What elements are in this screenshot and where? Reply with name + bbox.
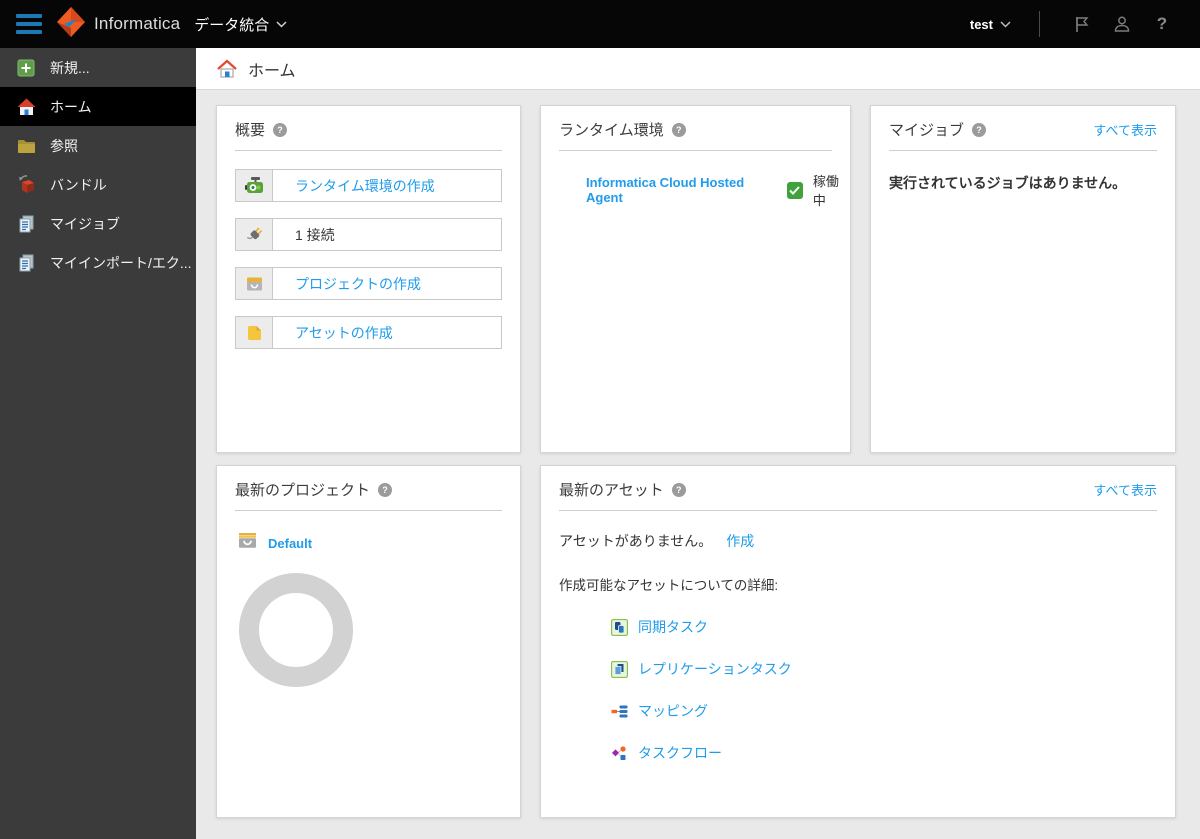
create-project-button[interactable]: プロジェクトの作成: [235, 267, 502, 300]
overview-card-title: 概要: [235, 122, 266, 139]
breadcrumb: ホーム: [196, 48, 1200, 90]
my-jobs-card-title: マイジョブ: [889, 122, 965, 139]
hosted-agent-link[interactable]: Informatica Cloud Hosted Agent: [586, 175, 775, 205]
replication-task-icon: [611, 660, 628, 678]
sidebar-item-label: ホーム: [50, 98, 92, 115]
mapping-icon: [611, 703, 628, 720]
recent-assets-view-all-link[interactable]: すべて表示: [1093, 480, 1157, 499]
brand-name: Informatica: [94, 14, 181, 33]
connections-button[interactable]: 1 接続: [235, 218, 502, 251]
asset-type-row: レプリケーションタスク: [611, 660, 1157, 678]
jobs-icon: [16, 214, 36, 234]
informatica-logo: [56, 6, 86, 43]
status-check-icon: [786, 181, 803, 199]
create-runtime-env-link[interactable]: ランタイム環境の作成: [295, 176, 435, 196]
sidebar-item-label: バンドル: [50, 176, 107, 193]
runtime-env-card: ランタイム環境 ? Informatica Cloud Hosted Agent…: [540, 105, 851, 453]
agent-status-label: 稼働中: [812, 174, 839, 208]
runtime-env-help-icon[interactable]: ?: [671, 122, 686, 137]
asset-type-row: タスクフロー: [611, 744, 1157, 762]
agent-icon: [236, 170, 273, 201]
notifications-flag-icon[interactable]: [1062, 15, 1102, 33]
sidebar-item-label: マイインポート/エク...: [50, 254, 192, 271]
overview-help-icon[interactable]: ?: [273, 122, 288, 137]
folder-icon: [16, 136, 36, 156]
asset-type-row: マッピング: [611, 702, 1157, 720]
create-project-link[interactable]: プロジェクトの作成: [295, 274, 421, 294]
service-name: データ統合: [194, 16, 270, 34]
recent-assets-help-icon[interactable]: ?: [671, 482, 686, 497]
connections-count-label: 1 接続: [295, 226, 335, 243]
project-row[interactable]: Default: [217, 511, 520, 555]
sidebar-item-new[interactable]: 新規...: [0, 48, 196, 87]
menu-icon[interactable]: [16, 14, 42, 34]
my-jobs-empty-message: 実行されているジョブはありません。: [889, 175, 1127, 191]
sidebar-item-my-jobs[interactable]: マイジョブ: [0, 204, 196, 243]
sidebar-item-my-import-export[interactable]: マイインポート/エク...: [0, 243, 196, 282]
asset-icon: [236, 317, 273, 348]
project-icon: [236, 268, 273, 299]
sidebar-item-explore[interactable]: 参照: [0, 126, 196, 165]
assets-empty-message: アセットがありません。: [559, 533, 713, 549]
user-menu[interactable]: test: [970, 15, 1011, 33]
assets-create-link[interactable]: 作成: [726, 533, 754, 549]
create-asset-button[interactable]: アセットの作成: [235, 316, 502, 349]
sidebar-item-label: 参照: [50, 137, 78, 154]
create-runtime-env-button[interactable]: ランタイム環境の作成: [235, 169, 502, 202]
sidebar: 新規... ホーム 参照 バンドル マイジョブ マイインポート/エク...: [0, 48, 196, 839]
agent-row: Informatica Cloud Hosted Agent 稼働中: [541, 151, 850, 209]
project-default-link[interactable]: Default: [268, 536, 312, 551]
asset-type-row: 同期タスク: [611, 618, 1157, 636]
replication-task-link[interactable]: レプリケーションタスク: [638, 659, 792, 679]
page-title: ホーム: [248, 62, 296, 80]
overview-card: 概要 ? ランタイム環境の作成 1 接続 プロジェクトの作成 アセットの作成: [216, 105, 521, 453]
user-chevron-down-icon: [1000, 15, 1011, 33]
my-jobs-help-icon[interactable]: ?: [972, 122, 987, 137]
runtime-env-card-title: ランタイム環境: [559, 122, 664, 139]
help-icon[interactable]: ?: [1142, 14, 1182, 34]
my-jobs-card: マイジョブ ? すべて表示 実行されているジョブはありません。: [870, 105, 1176, 453]
recent-projects-card-title: 最新のプロジェクト: [235, 482, 371, 499]
recent-assets-card-title: 最新のアセット: [559, 482, 664, 499]
user-name: test: [969, 16, 993, 32]
connection-icon: [236, 219, 273, 250]
taskflow-link[interactable]: タスクフロー: [638, 743, 722, 763]
empty-donut-placeholder: [239, 573, 353, 687]
recent-assets-card: 最新のアセット ? すべて表示 アセットがありません。 作成 作成可能なアセット…: [540, 465, 1176, 818]
user-profile-icon[interactable]: [1102, 15, 1142, 33]
assets-details-label: 作成可能なアセットについての詳細:: [559, 578, 779, 593]
plus-icon: [16, 58, 36, 78]
sidebar-item-label: 新規...: [50, 59, 90, 76]
topbar-divider: [1039, 11, 1040, 37]
service-chevron-down-icon[interactable]: [276, 15, 287, 33]
my-jobs-view-all-link[interactable]: すべて表示: [1093, 120, 1157, 139]
mapping-link[interactable]: マッピング: [638, 701, 708, 721]
recent-projects-card: 最新のプロジェクト ? Default: [216, 465, 521, 818]
sidebar-item-bundles[interactable]: バンドル: [0, 165, 196, 204]
sidebar-item-home[interactable]: ホーム: [0, 87, 196, 126]
sidebar-item-label: マイジョブ: [50, 215, 120, 232]
create-asset-link[interactable]: アセットの作成: [295, 323, 393, 343]
import-export-icon: [16, 253, 36, 273]
home-icon: [16, 97, 36, 117]
taskflow-icon: [611, 745, 628, 762]
sync-task-icon: [611, 618, 628, 636]
breadcrumb-home-icon: [216, 59, 238, 79]
project-drawer-icon: [237, 531, 258, 555]
top-bar: Informatica データ統合 test ?: [0, 0, 1200, 48]
sync-task-link[interactable]: 同期タスク: [638, 617, 708, 637]
recent-projects-help-icon[interactable]: ?: [378, 482, 393, 497]
bundle-icon: [16, 175, 36, 195]
main-content: 概要 ? ランタイム環境の作成 1 接続 プロジェクトの作成 アセットの作成 ラ…: [196, 90, 1200, 839]
